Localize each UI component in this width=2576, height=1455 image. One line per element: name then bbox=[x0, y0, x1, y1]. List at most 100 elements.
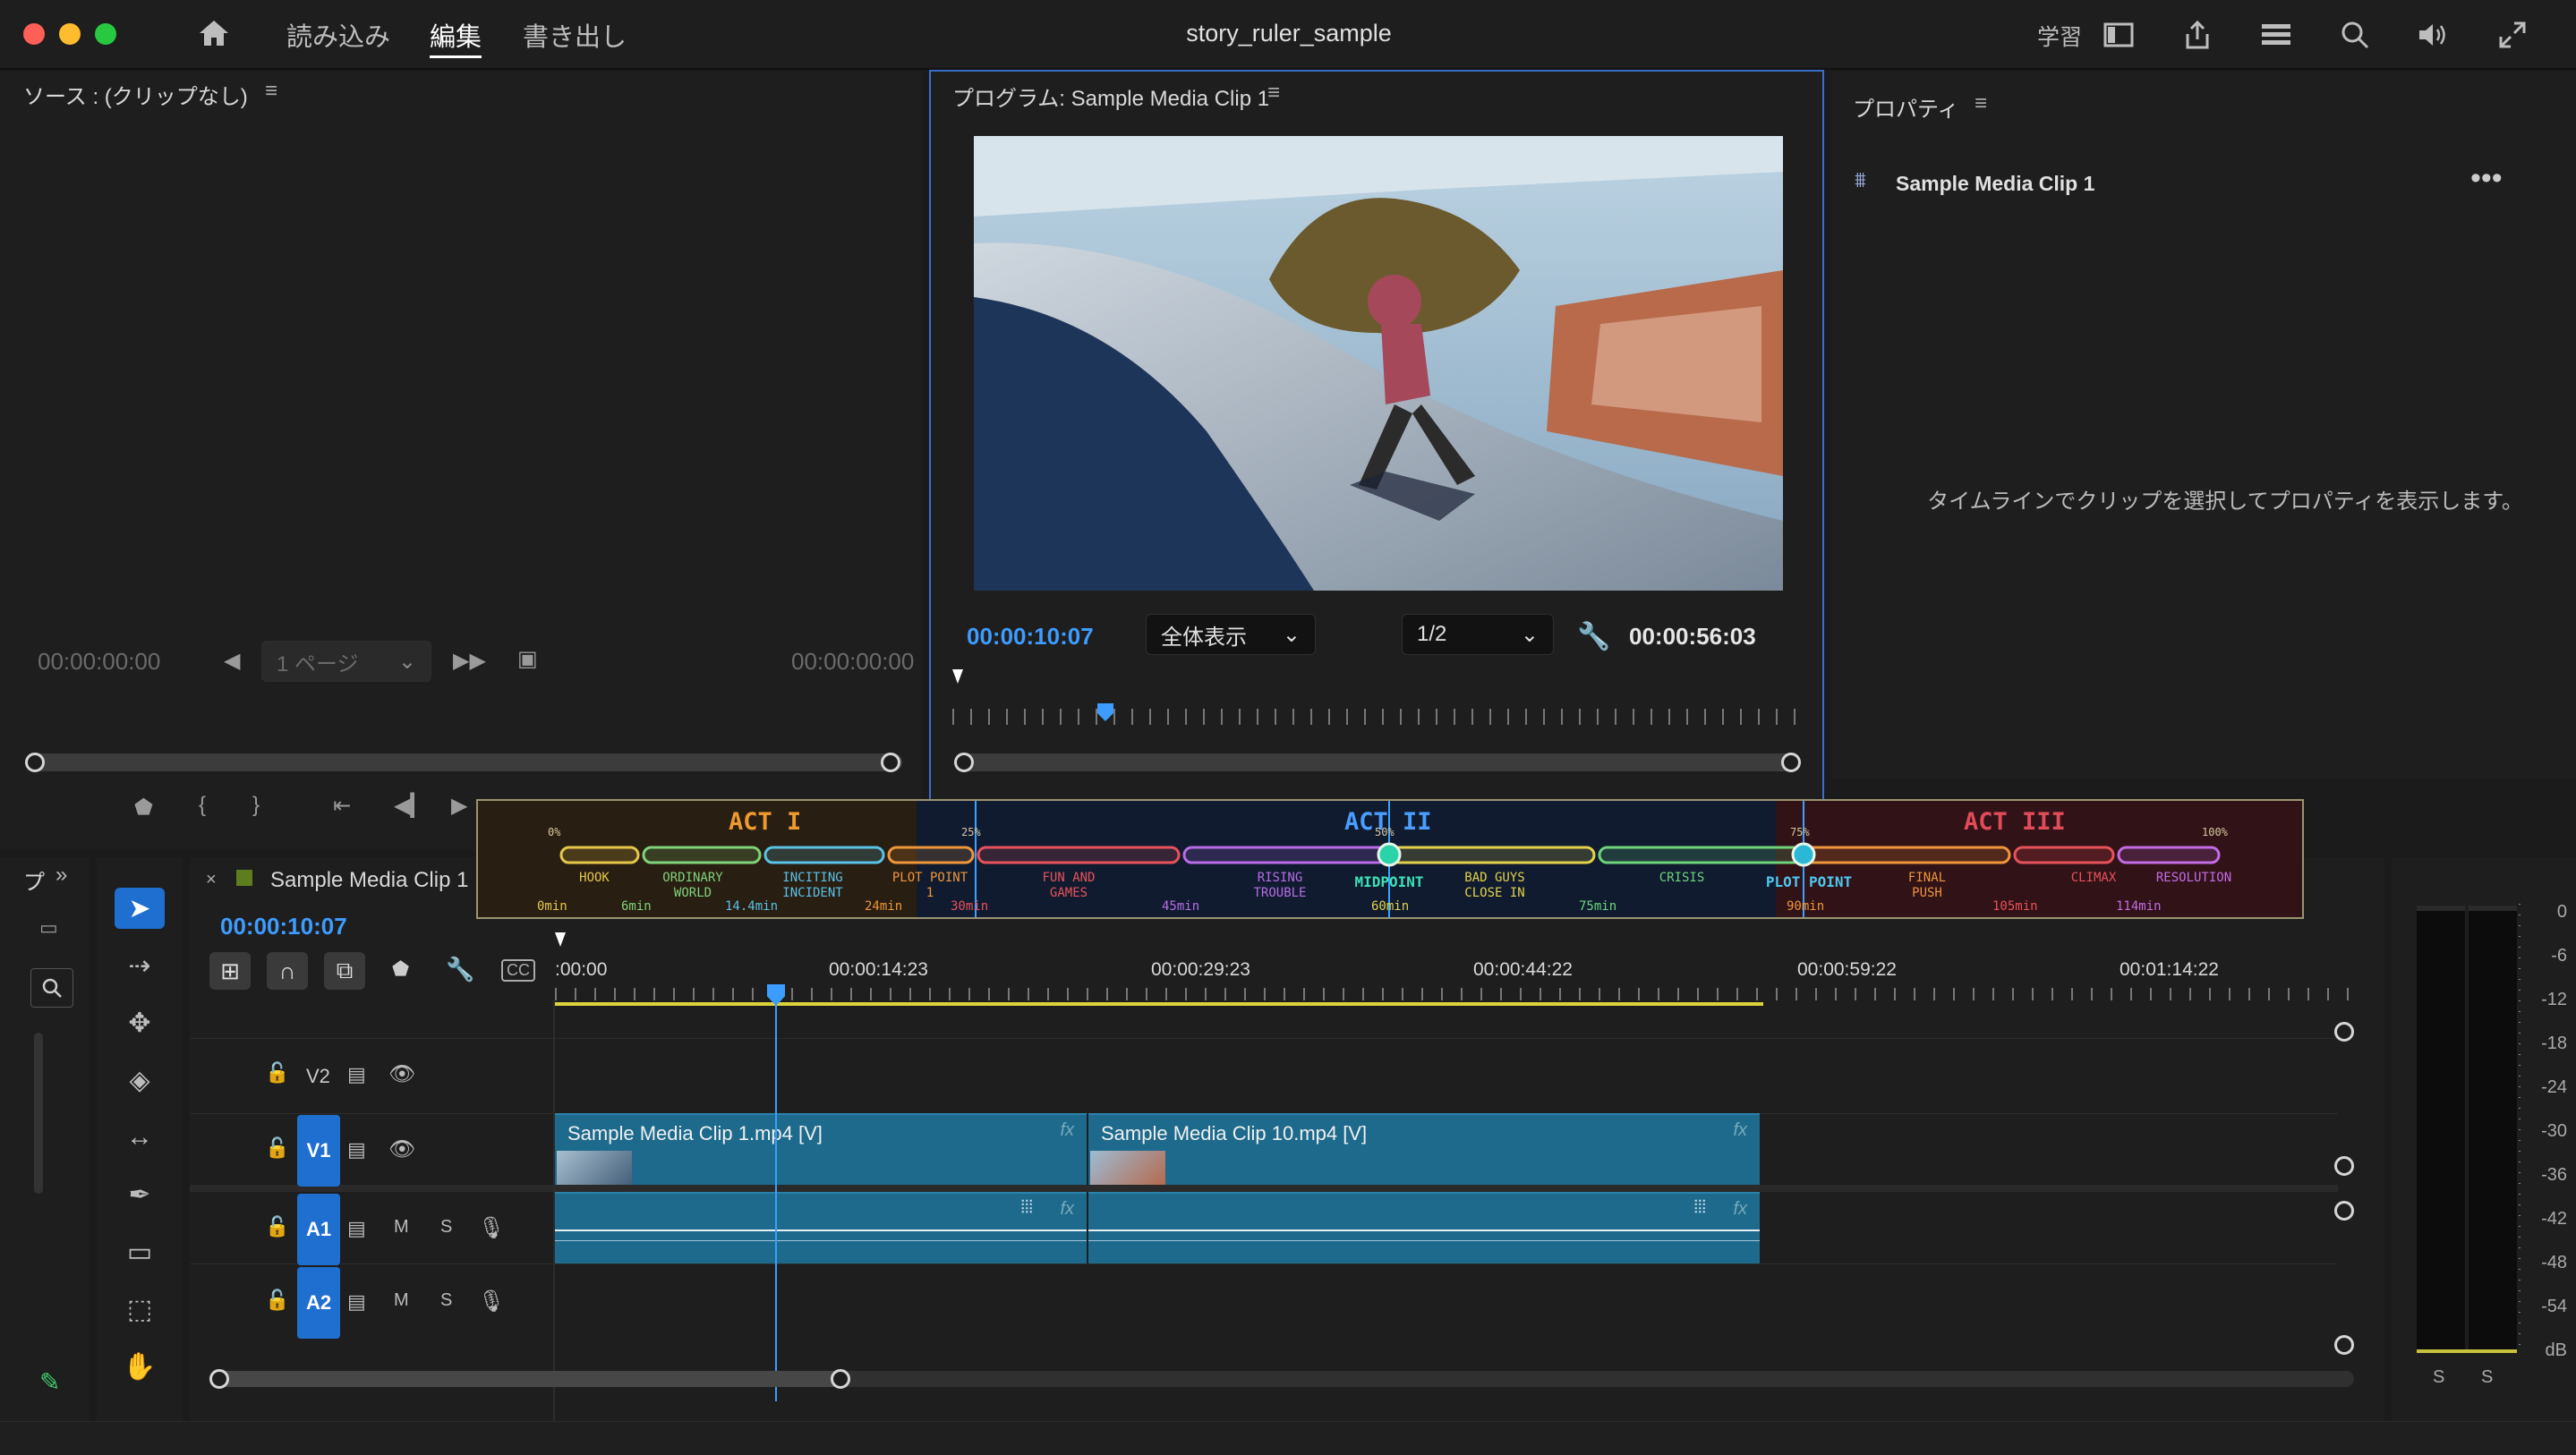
learn-button[interactable]: 学習 bbox=[2037, 20, 2082, 52]
project-scrollbar[interactable] bbox=[34, 1033, 43, 1194]
program-resolution-select[interactable]: 1/2 ⌄ bbox=[1402, 614, 1554, 655]
source-page-select[interactable]: 1 ページ ⌄ bbox=[261, 641, 431, 682]
beat-segment[interactable] bbox=[1182, 846, 1388, 864]
program-menu-icon[interactable]: ≡ bbox=[1267, 81, 1280, 106]
beat-segment[interactable] bbox=[2013, 846, 2115, 864]
source-scroll-left-knob[interactable] bbox=[25, 753, 45, 772]
lock-icon[interactable]: 🔓 bbox=[265, 1289, 289, 1312]
captions-icon[interactable]: CC bbox=[501, 959, 535, 982]
program-time-ruler[interactable] bbox=[952, 709, 1804, 725]
timeline-in-marker-icon[interactable] bbox=[555, 932, 566, 947]
razor-tool-icon[interactable]: ◈ bbox=[115, 1059, 165, 1101]
nest-toggle-icon[interactable]: ⊞ bbox=[209, 952, 251, 990]
track-v2-label[interactable]: V2 bbox=[306, 1065, 330, 1088]
panel-layout-icon[interactable] bbox=[2100, 16, 2137, 54]
add-marker-icon[interactable]: ⬟ bbox=[134, 795, 153, 821]
selection-tool-icon[interactable]: ➤ bbox=[115, 888, 165, 929]
program-tc-current[interactable]: 00:00:10:07 bbox=[967, 623, 1094, 651]
beat-segment[interactable] bbox=[763, 846, 885, 864]
timeline-h-scrollbar-thumb[interactable] bbox=[215, 1371, 850, 1387]
quick-actions-icon[interactable] bbox=[2336, 16, 2374, 54]
sync-lock-icon[interactable]: ▤ bbox=[347, 1063, 366, 1086]
timeline-playhead-line[interactable] bbox=[775, 1004, 777, 1401]
timeline-tc[interactable]: 00:00:10:07 bbox=[220, 913, 347, 940]
close-window-button[interactable] bbox=[23, 23, 45, 45]
sync-lock-icon[interactable]: ▤ bbox=[347, 1217, 366, 1240]
video-audio-divider[interactable] bbox=[190, 1185, 2338, 1192]
wrench-icon[interactable]: 🔧 bbox=[1577, 621, 1610, 652]
beat-segment[interactable] bbox=[1390, 846, 1596, 864]
audio-scroll-top-knob[interactable] bbox=[2334, 1201, 2354, 1221]
program-playhead-top-icon[interactable] bbox=[952, 669, 963, 684]
hand-tool-icon[interactable]: ✋ bbox=[115, 1346, 165, 1387]
workspaces-icon[interactable] bbox=[2257, 16, 2295, 54]
timeline-zoom-right-knob[interactable] bbox=[831, 1369, 850, 1389]
play-icon[interactable]: ▶ bbox=[451, 793, 467, 819]
microphone-icon[interactable]: 🎙 bbox=[478, 1215, 505, 1241]
audio-scroll-bottom-knob[interactable] bbox=[2334, 1335, 2354, 1355]
home-icon[interactable] bbox=[195, 14, 233, 52]
source-scroll-right-knob[interactable] bbox=[881, 753, 900, 772]
pen-tool-icon[interactable]: ✒ bbox=[115, 1174, 165, 1215]
bin-icon[interactable]: ▭ bbox=[39, 916, 58, 940]
track-select-tool-icon[interactable]: ⇢ bbox=[115, 945, 165, 986]
beat-segment[interactable] bbox=[887, 846, 975, 864]
panel-overflow-icon[interactable]: » bbox=[55, 863, 67, 888]
ripple-edit-tool-icon[interactable]: ✥ bbox=[115, 1002, 165, 1043]
mark-out-icon[interactable]: } bbox=[252, 793, 260, 818]
mute-button[interactable]: M bbox=[394, 1217, 409, 1238]
track-a2-target[interactable]: A2 bbox=[297, 1267, 340, 1339]
audio-clip-2[interactable]: ⦙⦙⦙ fx bbox=[1088, 1192, 1760, 1264]
menu-import[interactable]: 読み込み bbox=[286, 16, 390, 54]
linked-selection-icon[interactable]: ⧉ bbox=[324, 952, 365, 990]
add-marker-timeline-icon[interactable]: ⬟ bbox=[392, 957, 409, 981]
mute-button[interactable]: M bbox=[394, 1290, 409, 1311]
more-options-icon[interactable]: ••• bbox=[2470, 161, 2503, 196]
track-v1-target[interactable]: V1 bbox=[297, 1115, 340, 1187]
menu-export[interactable]: 書き出し bbox=[523, 16, 627, 54]
beat-segment[interactable] bbox=[1598, 846, 1803, 864]
solo-button[interactable]: S bbox=[440, 1217, 452, 1238]
volume-icon[interactable] bbox=[2415, 16, 2452, 54]
program-scroll-right-knob[interactable] bbox=[1781, 753, 1801, 772]
rectangle-tool-icon[interactable]: ▭ bbox=[115, 1231, 165, 1272]
microphone-icon[interactable]: 🎙 bbox=[478, 1289, 505, 1315]
timeline-time-ruler[interactable] bbox=[555, 988, 2354, 1000]
solo-button[interactable]: S bbox=[440, 1290, 452, 1311]
audio-clip-1[interactable]: ⦙⦙⦙ fx bbox=[555, 1192, 1087, 1264]
video-scroll-bottom-knob[interactable] bbox=[2334, 1156, 2354, 1176]
project-search-button[interactable] bbox=[30, 968, 73, 1008]
program-monitor-video[interactable] bbox=[974, 136, 1783, 591]
meter-solo-left[interactable]: S bbox=[2433, 1367, 2444, 1388]
beat-segment[interactable] bbox=[1804, 846, 2011, 864]
menu-edit[interactable]: 編集 bbox=[430, 16, 482, 58]
slip-tool-icon[interactable]: ↔ bbox=[115, 1117, 165, 1158]
export-frame-icon[interactable]: ▣ bbox=[517, 646, 538, 672]
beat-segment[interactable] bbox=[2117, 846, 2221, 864]
beat-segment[interactable] bbox=[642, 846, 762, 864]
zoom-window-button[interactable] bbox=[95, 23, 116, 45]
midpoint-marker[interactable] bbox=[1377, 842, 1402, 867]
sync-lock-icon[interactable]: ▤ bbox=[347, 1290, 366, 1314]
snap-icon[interactable]: ∩ bbox=[267, 952, 308, 990]
beat-segment[interactable] bbox=[977, 846, 1181, 864]
lock-icon[interactable]: 🔓 bbox=[265, 1215, 289, 1238]
next-page-icon[interactable]: ▶▶ bbox=[453, 648, 486, 674]
step-back-icon[interactable]: ◀▎ bbox=[394, 793, 427, 819]
prev-page-icon[interactable]: ◀ bbox=[224, 648, 240, 674]
program-scroll-left-knob[interactable] bbox=[954, 753, 974, 772]
mark-in-icon[interactable]: { bbox=[199, 793, 206, 818]
eye-icon[interactable]: 👁 bbox=[388, 1136, 415, 1162]
work-area-bar[interactable] bbox=[555, 1002, 1763, 1006]
plot-point-2-marker[interactable] bbox=[1791, 842, 1816, 867]
lock-icon[interactable]: 🔓 bbox=[265, 1061, 289, 1085]
type-tool-icon[interactable]: ⬚ bbox=[115, 1289, 165, 1330]
properties-menu-icon[interactable]: ≡ bbox=[1975, 91, 1987, 116]
close-sequence-icon[interactable]: × bbox=[206, 870, 217, 890]
video-clip-2[interactable]: Sample Media Clip 10.mp4 [V] fx bbox=[1088, 1113, 1760, 1185]
eye-icon[interactable]: 👁 bbox=[388, 1061, 415, 1087]
minimize-window-button[interactable] bbox=[59, 23, 81, 45]
video-scroll-top-knob[interactable] bbox=[2334, 1022, 2354, 1042]
timeline-zoom-left-knob[interactable] bbox=[209, 1369, 229, 1389]
program-scrollbar[interactable] bbox=[958, 753, 1799, 771]
